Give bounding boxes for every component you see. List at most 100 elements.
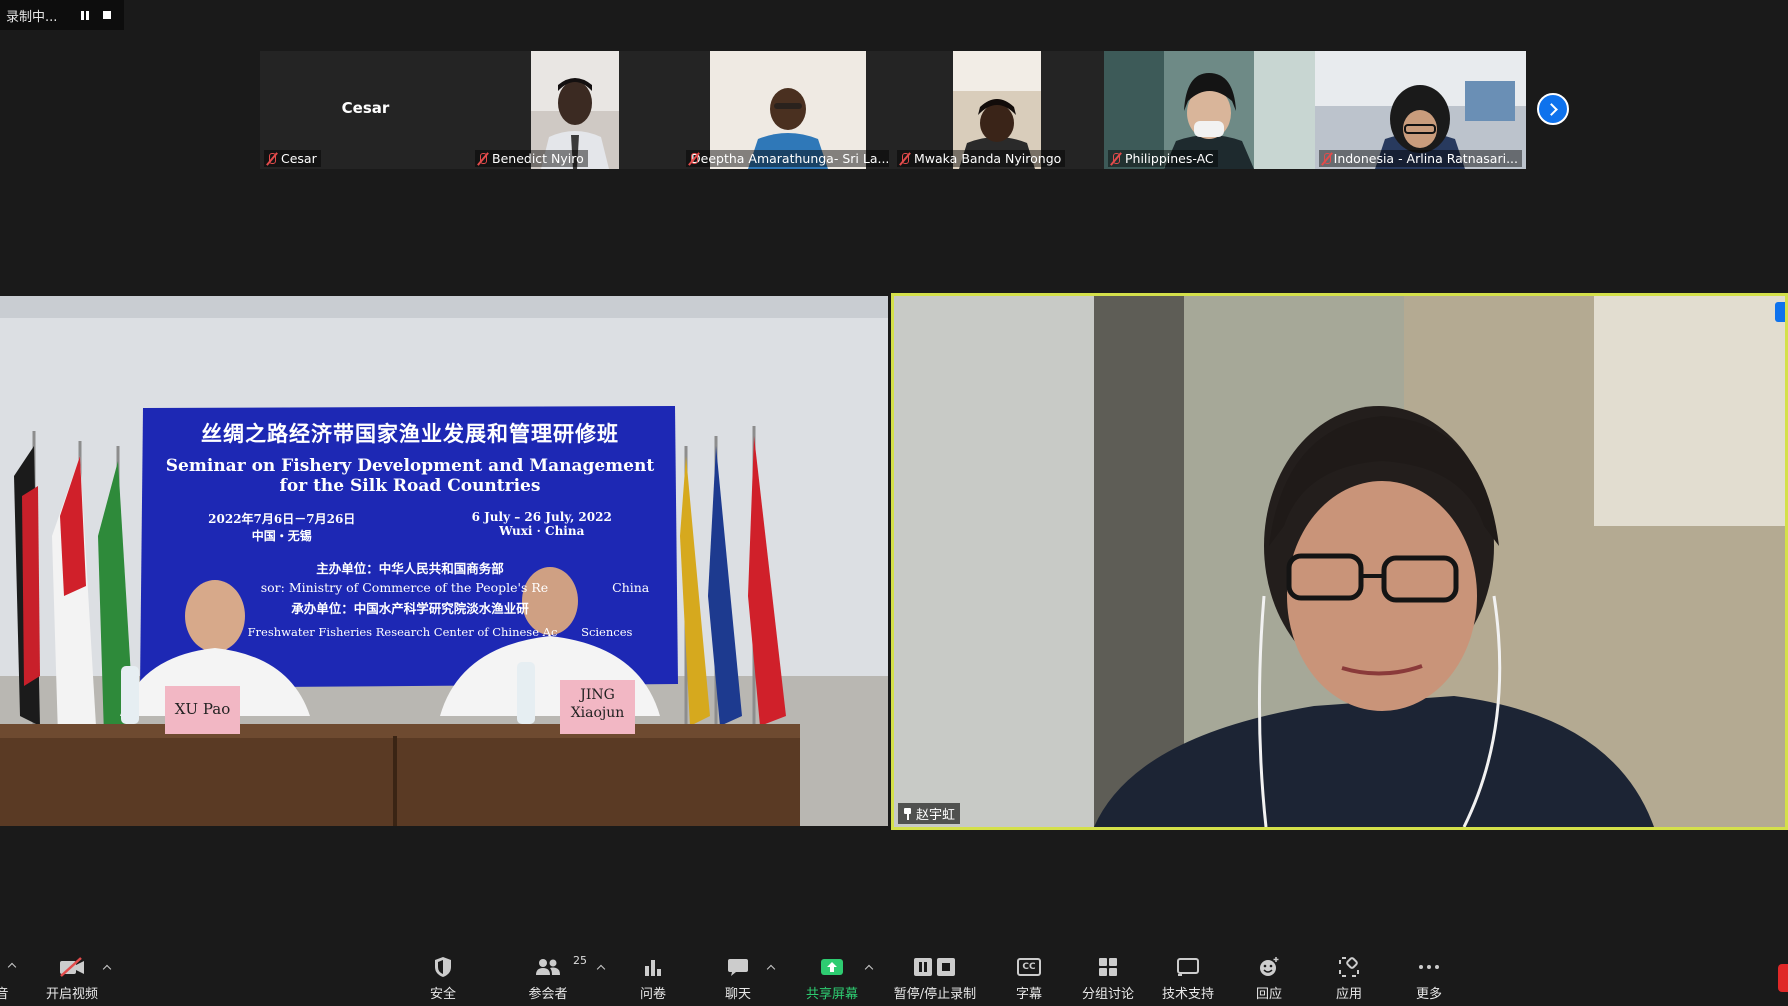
breakout-label: 分组讨论 bbox=[1081, 987, 1134, 1002]
banner-organizer-en-tail: Sciences bbox=[581, 625, 633, 639]
participant-name-label: Benedict Nyiro bbox=[475, 150, 588, 167]
speaker-name: 赵宇虹 bbox=[916, 808, 956, 823]
shield-icon bbox=[433, 954, 453, 980]
recording-indicator: 录制中... bbox=[0, 0, 124, 30]
participant-tile[interactable]: Philippines-AC bbox=[1104, 51, 1315, 169]
captions-label: 字幕 bbox=[1015, 987, 1042, 1002]
mic-muted-icon bbox=[1321, 152, 1331, 166]
nameplate-jing-xiaojun: JING Xiaojun bbox=[560, 686, 635, 722]
participant-tile[interactable]: Deeptha Amarathunga- Sri La... bbox=[682, 51, 893, 169]
side-badge[interactable] bbox=[1775, 302, 1785, 322]
tech-support-label: 技术支持 bbox=[1161, 987, 1214, 1002]
mic-muted-icon bbox=[1110, 152, 1122, 166]
participant-tile[interactable]: Cesar Cesar bbox=[260, 51, 471, 169]
mic-muted-icon bbox=[899, 152, 911, 166]
audio-button-partial[interactable]: 音 bbox=[0, 948, 17, 1006]
video-off-icon bbox=[58, 954, 86, 980]
share-screen-label: 共享屏幕 bbox=[805, 987, 858, 1002]
banner-title-en-2: for the Silk Road Countries bbox=[279, 476, 541, 496]
start-video-label: 开启视频 bbox=[45, 987, 98, 1002]
reactions-label: 回应 bbox=[1255, 987, 1282, 1002]
more-label: 更多 bbox=[1415, 987, 1442, 1002]
active-speaker-video[interactable]: 赵宇虹 bbox=[891, 293, 1788, 830]
captions-icon: CC bbox=[1017, 954, 1041, 980]
more-icon bbox=[1418, 954, 1440, 980]
participant-name-label: Deeptha Amarathunga- Sri La... bbox=[686, 150, 889, 167]
banner-date-en: 6 July – 26 July, 2022 bbox=[471, 510, 612, 524]
security-button[interactable]: 安全 bbox=[423, 948, 463, 1006]
pause-recording-button[interactable] bbox=[74, 4, 96, 26]
participants-label: 参会者 bbox=[528, 987, 568, 1002]
chat-label: 聊天 bbox=[724, 987, 751, 1002]
bar-chart-icon bbox=[644, 954, 662, 980]
banner-place-en: Wuxi · China bbox=[499, 524, 585, 538]
participants-icon: 25 bbox=[535, 954, 587, 980]
record-controls-icon bbox=[913, 954, 957, 980]
record-label: 暂停/停止录制 bbox=[893, 987, 977, 1002]
end-meeting-button-partial[interactable] bbox=[1778, 964, 1788, 992]
start-video-button[interactable]: 开启视频 bbox=[40, 948, 104, 1006]
share-screen-icon bbox=[820, 954, 844, 980]
participant-strip: Cesar Cesar Benedict Nyiro Deeptha Amara… bbox=[260, 51, 1526, 169]
cast-icon bbox=[1176, 954, 1200, 980]
participant-tile[interactable]: Mwaka Banda Nyirongo bbox=[893, 51, 1104, 169]
share-screen-button[interactable]: 共享屏幕 bbox=[800, 948, 864, 1006]
chat-options-chevron[interactable] bbox=[766, 964, 776, 974]
nameplate-xu-pao: XU Pao bbox=[174, 700, 231, 718]
mic-muted-icon bbox=[266, 152, 278, 166]
nameplate-line-1: JING bbox=[580, 687, 615, 703]
pause-icon bbox=[81, 10, 89, 20]
banner-sponsor-en: sor: Ministry of Commerce of the People'… bbox=[260, 580, 549, 595]
polls-label: 问卷 bbox=[639, 987, 666, 1002]
speaker-name-label: 赵宇虹 bbox=[898, 803, 961, 824]
participant-name: Philippines-AC bbox=[1125, 151, 1214, 166]
participant-name: Benedict Nyiro bbox=[492, 151, 584, 166]
participant-name: Deeptha Amarathunga- Sri La... bbox=[691, 151, 889, 166]
audio-label: 音 bbox=[0, 987, 9, 1002]
participants-options-chevron[interactable] bbox=[596, 964, 606, 974]
more-button[interactable]: 更多 bbox=[1409, 948, 1449, 1006]
polls-button[interactable]: 问卷 bbox=[633, 948, 673, 1006]
participant-count: 25 bbox=[573, 954, 587, 967]
emoji-icon bbox=[1258, 954, 1280, 980]
pin-icon bbox=[903, 807, 912, 820]
zoom-meeting-window: { "recording": { "status": "录制中..." }, "… bbox=[0, 0, 1788, 1006]
apps-label: 应用 bbox=[1335, 987, 1362, 1002]
chevron-right-icon bbox=[1545, 102, 1558, 116]
banner-title-en-1: Seminar on Fishery Development and Manag… bbox=[165, 456, 655, 476]
banner-date-cn: 2022年7月6日－7月26日 bbox=[208, 512, 356, 526]
next-page-button[interactable] bbox=[1537, 93, 1569, 125]
banner-organizer-en: Freshwater Fisheries Research Center of … bbox=[247, 625, 558, 639]
stop-icon bbox=[103, 11, 111, 19]
participant-tile[interactable]: Benedict Nyiro bbox=[471, 51, 682, 169]
pause-stop-recording-button[interactable]: 暂停/停止录制 bbox=[889, 948, 981, 1006]
participant-name: Mwaka Banda Nyirongo bbox=[914, 151, 1062, 166]
chat-icon bbox=[727, 954, 749, 980]
captions-button[interactable]: CC 字幕 bbox=[1009, 948, 1049, 1006]
chevron-up-icon bbox=[7, 962, 17, 972]
breakout-rooms-button[interactable]: 分组讨论 bbox=[1080, 948, 1136, 1006]
grid-icon bbox=[1098, 954, 1118, 980]
tech-support-button[interactable]: 技术支持 bbox=[1160, 948, 1216, 1006]
banner-place-cn: 中国・无锡 bbox=[251, 529, 312, 543]
participant-name-label: Philippines-AC bbox=[1108, 150, 1218, 167]
banner-sponsor-en-tail: China bbox=[612, 580, 650, 595]
video-options-chevron[interactable] bbox=[102, 964, 112, 974]
participant-name-label: Mwaka Banda Nyirongo bbox=[897, 150, 1066, 167]
room-video-feed[interactable]: 丝绸之路经济带国家渔业发展和管理研修班 Seminar on Fishery D… bbox=[0, 296, 888, 826]
stop-recording-button[interactable] bbox=[96, 4, 118, 26]
banner-organizer-cn: 承办单位：中国水产科学研究院淡水渔业研 bbox=[291, 601, 529, 616]
apps-button[interactable]: 应用 bbox=[1329, 948, 1369, 1006]
chat-button[interactable]: 聊天 bbox=[718, 948, 758, 1006]
recording-status: 录制中... bbox=[6, 9, 58, 25]
participants-button[interactable]: 25 参会者 bbox=[527, 948, 587, 1006]
participant-tile[interactable]: Indonesia - Arlina Ratnasari... bbox=[1315, 51, 1526, 169]
reactions-button[interactable]: 回应 bbox=[1249, 948, 1289, 1006]
banner-text: 丝绸之路经济带国家渔业发展和管理研修班 Seminar on Fishery D… bbox=[150, 416, 670, 639]
participant-initial-name: Cesar bbox=[341, 99, 390, 117]
cc-text: CC bbox=[1017, 958, 1041, 976]
apps-icon bbox=[1339, 954, 1359, 980]
share-options-chevron[interactable] bbox=[864, 964, 874, 974]
security-label: 安全 bbox=[429, 987, 456, 1002]
meeting-toolbar: 音 开启视频 安全 25 参会者 问卷 聊天 共享屏幕 暂停/停止录制 CC 字… bbox=[0, 948, 1788, 1006]
